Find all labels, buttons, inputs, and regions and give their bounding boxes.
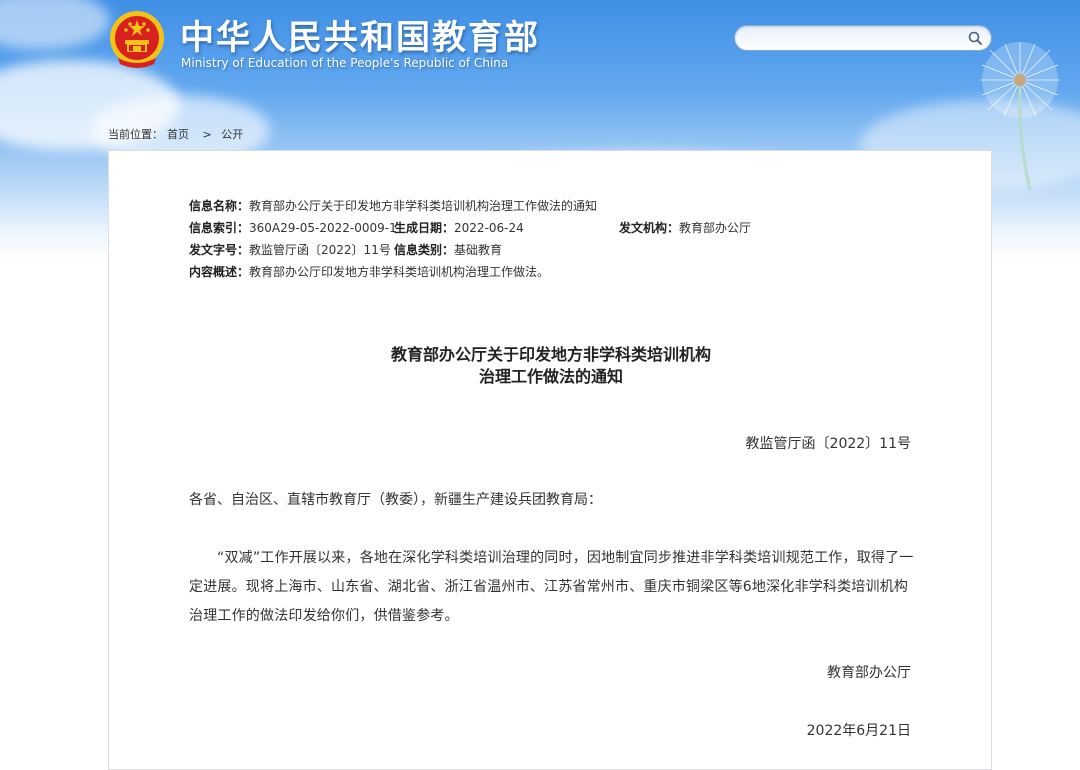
document-meta: 信息名称：教育部办公厅关于印发地方非学科类培训机构治理工作做法的通知 信息索引：… [189,197,751,285]
meta-name-label: 信息名称： [189,199,250,213]
search-input[interactable] [747,29,961,49]
meta-row-summary: 内容概述：教育部办公厅印发地方非学科类培训机构治理工作做法。 [189,263,751,285]
document-body: “双减”工作开展以来，各地在深化学科类培训治理的同时，因地制宜同步推进非学科类培… [189,550,914,624]
meta-org-value: 教育部办公厅 [679,221,752,235]
breadcrumb-public-link[interactable]: 公开 [221,128,243,141]
meta-docno-value: 教监管厅函〔2022〕11号 [249,243,391,257]
cloud-decoration [0,0,110,50]
meta-docno-label: 发文字号： [189,243,250,257]
document-panel: 信息名称：教育部办公厅关于印发地方非学科类培训机构治理工作做法的通知 信息索引：… [108,150,992,770]
document-signature: 教育部办公厅 [827,665,911,681]
document-title-line-2: 治理工作做法的通知 [478,367,623,386]
site-subtitle: Ministry of Education of the People's Re… [181,56,509,70]
breadcrumb-separator: > [202,128,212,141]
breadcrumb-prefix: 当前位置： [108,128,163,141]
national-emblem-icon [110,11,164,68]
meta-date-value: 2022-06-24 [454,221,524,235]
meta-index-label: 信息索引： [189,221,250,235]
meta-category-value: 基础教育 [454,243,503,257]
meta-row-docno: 发文字号：教监管厅函〔2022〕11号 信息类别：基础教育 [189,241,751,263]
meta-org-label: 发文机构： [619,221,680,235]
meta-category-label: 信息类别： [394,243,455,257]
document-salutation: 各省、自治区、直辖市教育厅（教委），新疆生产建设兵团教育局： [189,492,602,508]
document-title-line-1: 教育部办公厅关于印发地方非学科类培训机构 [390,345,711,364]
meta-row-index: 信息索引：360A29-05-2022-0009-1生成日期：2022-06-2… [189,219,751,241]
meta-index-value: 360A29-05-2022-0009-1 [249,221,397,235]
site-title: 中华人民共和国教育部 [180,18,540,58]
meta-summary-value: 教育部办公厅印发地方非学科类培训机构治理工作做法。 [249,265,550,279]
meta-name-value: 教育部办公厅关于印发地方非学科类培训机构治理工作做法的通知 [249,199,598,213]
breadcrumb-home-link[interactable]: 首页 [167,128,189,141]
document-date: 2022年6月21日 [806,723,911,739]
search-box[interactable] [734,25,992,51]
meta-date-label: 生成日期： [394,221,455,235]
meta-summary-label: 内容概述： [189,265,250,279]
meta-row-name: 信息名称：教育部办公厅关于印发地方非学科类培训机构治理工作做法的通知 [189,197,751,219]
document-number: 教监管厅函〔2022〕11号 [745,436,911,452]
breadcrumb: 当前位置： 首页 > 公开 [108,126,247,142]
